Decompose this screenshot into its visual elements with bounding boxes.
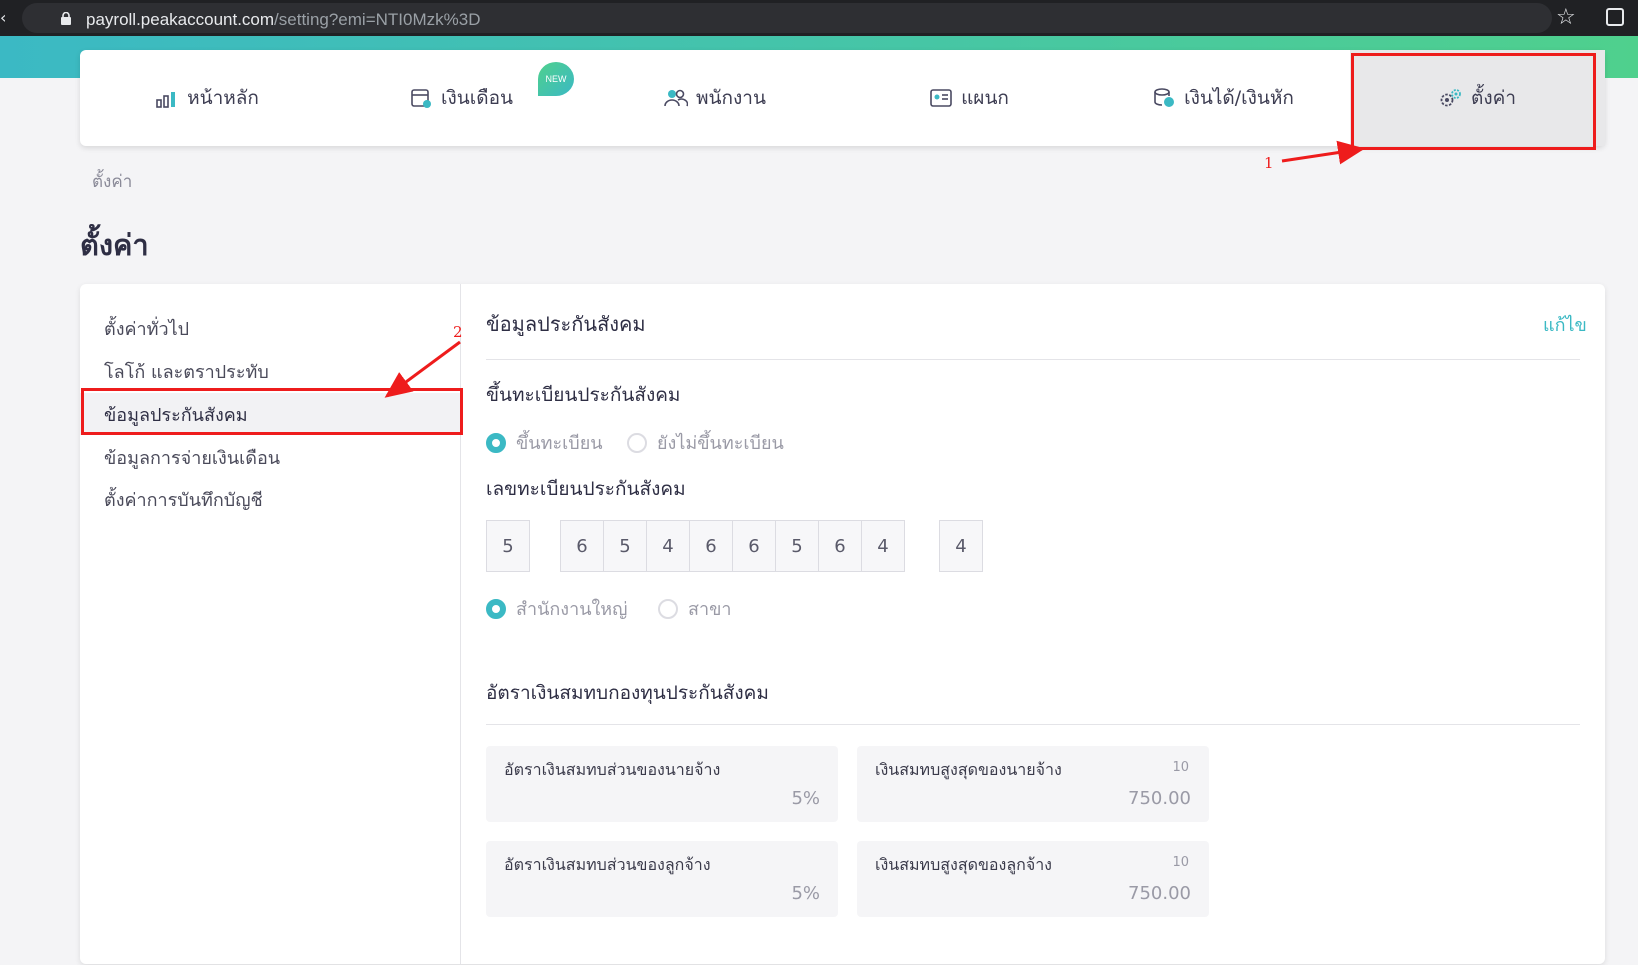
employer-max-label: เงินสมทบสูงสุดของนายจ้าง — [875, 760, 1062, 779]
employer-max-sup: 10 — [1172, 760, 1189, 775]
nav-departments[interactable]: แผนก — [842, 50, 1096, 146]
number-digit: 6 — [560, 520, 604, 572]
sidebar-item-logo-stamp[interactable]: โลโก้ และตราประทับ — [80, 350, 462, 392]
employer-max-box: เงินสมทบสูงสุดของนายจ้าง 10 750.00 — [857, 746, 1209, 822]
back-arrow-icon[interactable]: ‹ — [0, 8, 6, 27]
radio-dot — [658, 598, 678, 619]
employer-rate-label: อัตราเงินสมทบส่วนของนายจ้าง — [504, 760, 721, 779]
radio-branch[interactable]: สาขา — [658, 594, 732, 623]
sidebar-item-payroll-info[interactable]: ข้อมูลการจ่ายเงินเดือน — [80, 436, 462, 478]
coins-icon — [1154, 88, 1175, 107]
nav-home[interactable]: หน้าหลัก — [80, 50, 334, 146]
number-digit: 6 — [689, 520, 733, 572]
people-icon — [664, 89, 689, 107]
sidebar-item-accounting[interactable]: ตั้งค่าการบันทึกบัญชี — [80, 478, 462, 520]
url-text: payroll.peakaccount.com/setting?emi=NTI0… — [86, 10, 481, 29]
nav-income-deduction[interactable]: เงินได้/เงินหัก — [1096, 50, 1350, 146]
sidebar-item-general[interactable]: ตั้งค่าทั่วไป — [80, 307, 462, 349]
content-divider — [486, 359, 1580, 360]
radio-branch-label: สาขา — [688, 599, 732, 620]
employer-rate-value: 5% — [791, 788, 820, 809]
radio-dot — [627, 432, 647, 453]
employer-max-value: 750.00 — [1128, 788, 1191, 809]
radio-head-office[interactable]: สำนักงานใหญ่ — [486, 594, 628, 623]
radio-dot-checked — [486, 598, 506, 619]
number-digit: 4 — [939, 520, 983, 572]
nav-employees-label: พนักงาน — [696, 87, 766, 109]
radio-not-registered[interactable]: ยังไม่ขึ้นทะเบียน — [627, 428, 784, 457]
calendar-money-icon — [411, 89, 431, 108]
employee-max-box: เงินสมทบสูงสุดของลูกจ้าง 10 750.00 — [857, 841, 1209, 917]
employer-rate-box: อัตราเงินสมทบส่วนของนายจ้าง 5% — [486, 746, 838, 822]
radio-dot-checked — [486, 432, 506, 453]
number-digit: 5 — [486, 520, 530, 572]
address-bar[interactable]: payroll.peakaccount.com/setting?emi=NTI0… — [22, 3, 1552, 33]
annotation-number-2: 2 — [453, 323, 463, 341]
number-digit: 5 — [603, 520, 647, 572]
annotation-highlight-sidebar — [81, 388, 463, 435]
edit-link[interactable]: แก้ไข — [1543, 310, 1587, 339]
contribution-title: อัตราเงินสมทบกองทุนประกันสังคม — [486, 682, 769, 704]
radio-registered-label: ขึ้นทะเบียน — [516, 433, 603, 454]
bar-chart-icon — [156, 92, 176, 108]
radio-not-registered-label: ยังไม่ขึ้นทะเบียน — [657, 433, 784, 454]
annotation-highlight-settings — [1351, 53, 1596, 150]
content-title: ข้อมูลประกันสังคม — [486, 312, 646, 336]
extension-icon[interactable] — [1606, 8, 1624, 26]
lock-icon — [61, 12, 71, 25]
employee-max-sup: 10 — [1172, 855, 1189, 870]
id-card-icon — [930, 89, 952, 107]
browser-toolbar: ‹ payroll.peakaccount.com/setting?emi=NT… — [0, 0, 1638, 36]
number-digit: 6 — [732, 520, 776, 572]
employee-rate-label: อัตราเงินสมทบส่วนของลูกจ้าง — [504, 855, 711, 874]
nav-salary-label: เงินเดือน — [441, 87, 513, 109]
radio-head-office-label: สำนักงานใหญ่ — [516, 599, 628, 620]
breadcrumb[interactable]: ตั้งค่า — [92, 168, 132, 195]
employee-rate-box: อัตราเงินสมทบส่วนของลูกจ้าง 5% — [486, 841, 838, 917]
contribution-divider — [486, 724, 1580, 725]
new-badge: NEW — [538, 62, 574, 96]
employee-rate-value: 5% — [791, 883, 820, 904]
employee-max-label: เงินสมทบสูงสุดของลูกจ้าง — [875, 855, 1052, 874]
nav-employees[interactable]: พนักงาน — [588, 50, 842, 146]
number-digit: 4 — [646, 520, 690, 572]
nav-departments-label: แผนก — [961, 87, 1009, 109]
page-title: ตั้งค่า — [80, 228, 149, 262]
nav-home-label: หน้าหลัก — [187, 87, 259, 109]
employee-max-value: 750.00 — [1128, 883, 1191, 904]
radio-registered[interactable]: ขึ้นทะเบียน — [486, 428, 603, 457]
number-title: เลขทะเบียนประกันสังคม — [486, 478, 686, 500]
number-digit: 6 — [818, 520, 862, 572]
number-digit: 5 — [775, 520, 819, 572]
nav-income-deduction-label: เงินได้/เงินหัก — [1184, 87, 1294, 109]
number-digit: 4 — [861, 520, 905, 572]
annotation-number-1: 1 — [1264, 154, 1274, 172]
registration-title: ขึ้นทะเบียนประกันสังคม — [486, 384, 681, 406]
bookmark-star-icon[interactable]: ☆ — [1556, 5, 1576, 31]
